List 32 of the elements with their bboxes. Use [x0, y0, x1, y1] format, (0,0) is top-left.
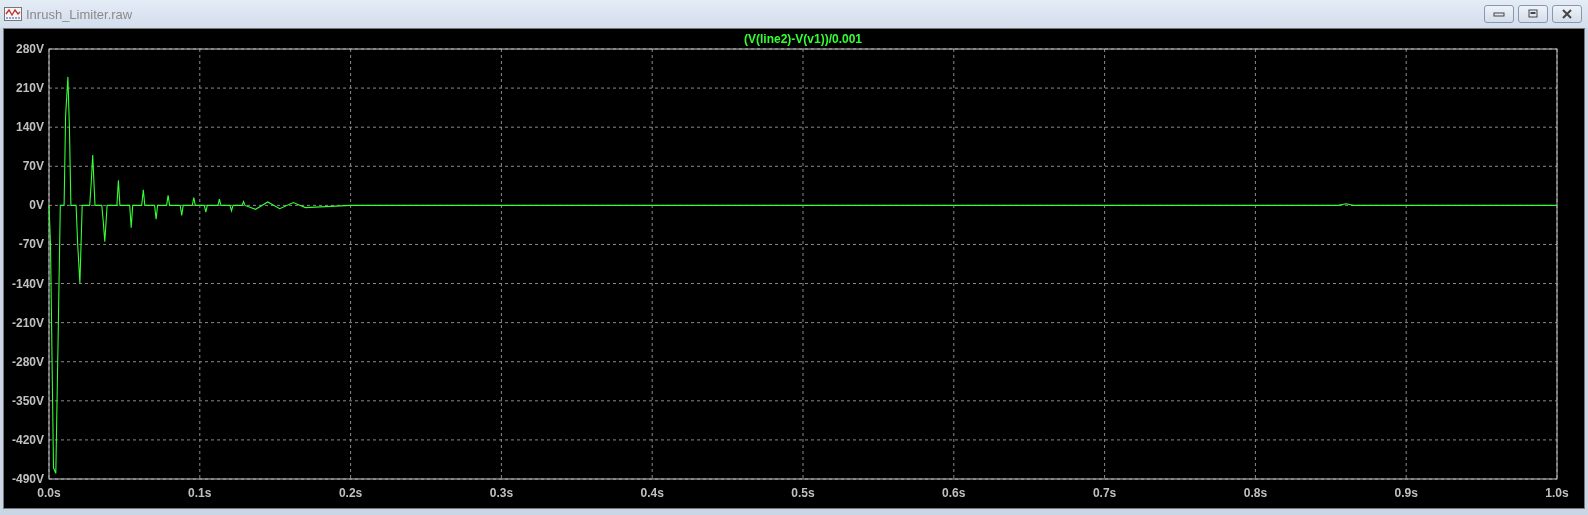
x-tick-label: 0.8s [1243, 486, 1268, 500]
restore-button[interactable] [1518, 5, 1548, 23]
y-tick-label: -70V [18, 237, 44, 252]
waveform-icon [4, 7, 22, 21]
x-tick-label: 0.9s [1394, 486, 1418, 500]
y-tick-label: -280V [11, 354, 44, 369]
x-tick-label: 0.1s [188, 486, 212, 500]
restore-icon [1527, 9, 1539, 19]
y-tick-label: -490V [11, 472, 44, 486]
close-icon [1561, 9, 1573, 19]
close-button[interactable] [1552, 5, 1582, 23]
y-tick-label: 140V [15, 120, 44, 135]
x-tick-label: 0.7s [1092, 486, 1117, 500]
x-tick-label: 0.2s [338, 486, 363, 500]
y-tick-label: -210V [11, 315, 44, 330]
x-tick-label: 0.6s [942, 486, 966, 500]
y-tick-label: -420V [11, 432, 44, 447]
y-tick-label: 210V [15, 81, 44, 96]
window-title: Inrush_Limiter.raw [26, 6, 133, 22]
x-tick-label: 0.3s [489, 486, 514, 500]
x-tick-label: 0.5s [791, 486, 815, 500]
x-tick-label: 0.4s [640, 486, 664, 500]
y-tick-label: 280V [15, 42, 44, 56]
trace-label: (V(line2)-V(v1))/0.001 [744, 32, 862, 46]
x-tick-label: 1.0s [1545, 486, 1569, 500]
y-tick-label: 70V [22, 159, 44, 174]
minimize-button[interactable] [1484, 5, 1514, 23]
minimize-icon [1493, 10, 1505, 18]
x-tick-label: 0.0s [37, 486, 61, 500]
y-tick-label: -350V [11, 393, 44, 408]
y-tick-label: -140V [11, 276, 44, 291]
y-tick-label: 0V [29, 198, 44, 213]
